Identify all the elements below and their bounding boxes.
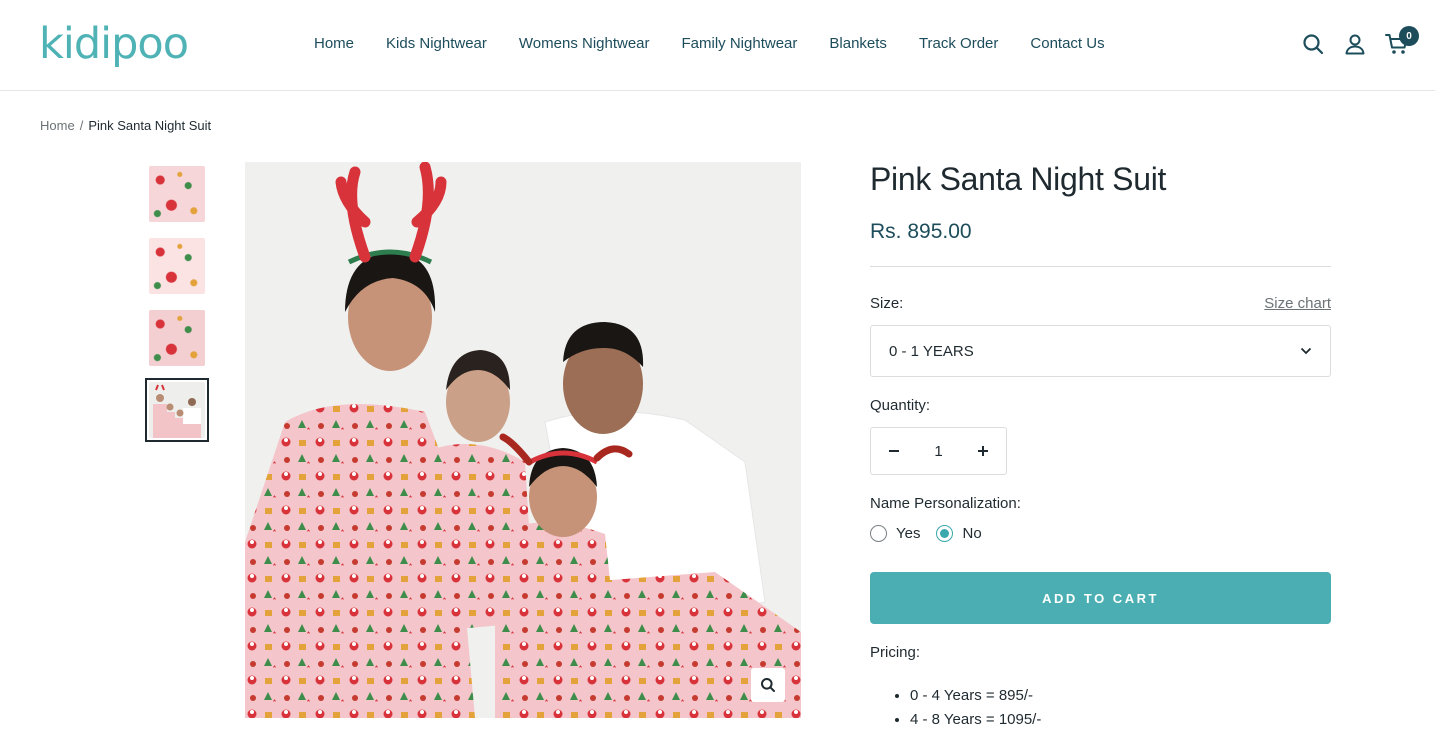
radio-label: Yes bbox=[896, 525, 921, 542]
header-icons: 0 bbox=[1287, 26, 1419, 60]
zoom-button[interactable] bbox=[751, 668, 785, 702]
chevron-down-icon bbox=[1300, 347, 1312, 355]
product-info: Pink Santa Night Suit Rs. 895.00 Size: S… bbox=[870, 160, 1331, 732]
product-thumbnail-image bbox=[149, 166, 205, 222]
radio-button[interactable] bbox=[870, 525, 887, 542]
nav-track-order[interactable]: Track Order bbox=[919, 35, 998, 53]
plus-icon bbox=[978, 446, 988, 456]
nav-kids-nightwear[interactable]: Kids Nightwear bbox=[386, 35, 487, 53]
radio-button-selected[interactable] bbox=[936, 525, 954, 542]
quantity-increase-button[interactable] bbox=[960, 428, 1006, 474]
pricing-label: Pricing: bbox=[870, 644, 921, 661]
personalization-no-option[interactable]: No bbox=[936, 525, 982, 542]
product-price: Rs. 895.00 bbox=[870, 220, 972, 243]
breadcrumb-separator: / bbox=[79, 118, 84, 133]
nav-family-nightwear[interactable]: Family Nightwear bbox=[682, 35, 798, 53]
product-thumbnail-active[interactable] bbox=[145, 378, 209, 442]
quantity-stepper bbox=[870, 427, 1007, 475]
main-product-image[interactable] bbox=[245, 162, 801, 718]
pricing-item: 0 - 4 Years = 895/- bbox=[910, 684, 1331, 708]
nav-womens-nightwear[interactable]: Womens Nightwear bbox=[519, 35, 650, 53]
site-header: kidipoo Home Kids Nightwear Womens Night… bbox=[0, 0, 1435, 91]
quantity-decrease-button[interactable] bbox=[871, 428, 917, 474]
thumbnail-list bbox=[145, 162, 209, 450]
pricing-item: 4 - 8 Years = 1095/- bbox=[910, 708, 1331, 732]
cart-count-badge: 0 bbox=[1399, 26, 1419, 46]
size-select-value: 0 - 1 YEARS bbox=[889, 342, 974, 360]
size-row: Size: Size chart bbox=[870, 295, 1331, 313]
pricing-list: 0 - 4 Years = 895/- 4 - 8 Years = 1095/- bbox=[870, 684, 1331, 732]
product-thumbnail[interactable] bbox=[145, 162, 209, 226]
nav-contact-us[interactable]: Contact Us bbox=[1030, 35, 1104, 53]
radio-label: No bbox=[962, 525, 982, 542]
quantity-input[interactable] bbox=[918, 442, 959, 460]
zoom-icon bbox=[761, 678, 775, 692]
account-icon[interactable] bbox=[1339, 28, 1371, 60]
product-thumbnail[interactable] bbox=[145, 306, 209, 370]
cart-icon[interactable]: 0 bbox=[1381, 26, 1419, 60]
product-thumbnail-image bbox=[149, 238, 205, 294]
size-label: Size: bbox=[870, 295, 904, 312]
size-chart-link[interactable]: Size chart bbox=[1264, 295, 1331, 313]
quantity-label: Quantity: bbox=[870, 397, 931, 414]
main-nav: Home Kids Nightwear Womens Nightwear Fam… bbox=[314, 35, 1105, 53]
minus-icon bbox=[889, 450, 899, 452]
personalization-label: Name Personalization: bbox=[870, 495, 1021, 512]
product-thumbnail-image bbox=[149, 382, 205, 438]
add-to-cart-button[interactable]: ADD TO CART bbox=[870, 572, 1331, 624]
breadcrumb-current: Pink Santa Night Suit bbox=[88, 118, 212, 133]
product-thumbnail-image bbox=[149, 310, 205, 366]
divider bbox=[870, 266, 1331, 267]
nav-home[interactable]: Home bbox=[314, 35, 354, 53]
personalization-yes-option[interactable]: Yes bbox=[870, 525, 920, 542]
product-title: Pink Santa Night Suit bbox=[870, 161, 1167, 197]
product-thumbnail[interactable] bbox=[145, 234, 209, 298]
size-select[interactable]: 0 - 1 YEARS bbox=[870, 325, 1331, 377]
search-icon[interactable] bbox=[1297, 28, 1329, 60]
logo[interactable]: kidipoo bbox=[39, 18, 189, 70]
breadcrumb-home[interactable]: Home bbox=[40, 118, 75, 133]
family-photo bbox=[245, 162, 801, 718]
nav-blankets[interactable]: Blankets bbox=[829, 35, 887, 53]
personalization-options: Yes No bbox=[870, 525, 1331, 542]
breadcrumb: Home / Pink Santa Night Suit bbox=[40, 118, 211, 133]
